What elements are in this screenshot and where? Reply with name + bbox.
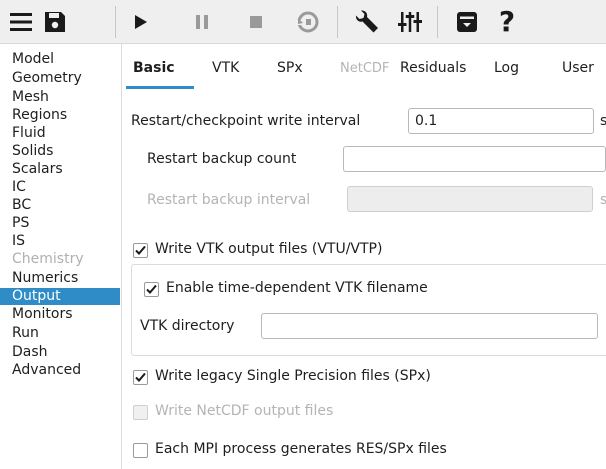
active-tab-indicator — [126, 86, 194, 89]
help-icon[interactable]: ? — [490, 0, 524, 44]
backup-interval-label: Restart backup interval — [147, 192, 311, 208]
toolbar-separator — [115, 6, 116, 38]
write-netcdf-checkbox — [133, 405, 148, 420]
time-dependent-vtk-label[interactable]: Enable time-dependent VTK filename — [166, 280, 428, 296]
time-dependent-vtk-checkbox[interactable] — [144, 282, 159, 297]
tab-vtk[interactable]: VTK — [212, 60, 239, 76]
vtk-group-box — [131, 264, 606, 356]
play-icon[interactable] — [126, 0, 156, 44]
sidebar-item-chemistry: Chemistry — [12, 251, 84, 267]
backup-interval-unit: s — [600, 192, 606, 208]
sidebar-item-ic[interactable]: IC — [0, 179, 120, 196]
vtk-directory-input[interactable] — [261, 313, 598, 339]
archive-icon[interactable] — [452, 0, 482, 44]
tab-residuals[interactable]: Residuals — [400, 60, 467, 76]
sidebar-item-run[interactable]: Run — [0, 325, 120, 342]
pause-icon[interactable] — [187, 0, 217, 44]
mpi-res-checkbox[interactable] — [133, 443, 148, 458]
sidebar-item-solids[interactable]: Solids — [0, 143, 120, 160]
tab-spx[interactable]: SPx — [277, 60, 303, 76]
save-icon[interactable] — [40, 0, 70, 44]
stop-icon[interactable] — [241, 0, 271, 44]
write-netcdf-label: Write NetCDF output files — [155, 403, 334, 419]
write-spx-checkbox[interactable] — [133, 370, 148, 385]
sidebar-item-geometry[interactable]: Geometry — [0, 70, 120, 87]
sidebar-item-scalars[interactable]: Scalars — [0, 161, 120, 178]
sliders-icon[interactable] — [393, 0, 427, 44]
reset-icon[interactable] — [292, 0, 324, 44]
sidebar-item-bc[interactable]: BC — [0, 197, 120, 214]
backup-interval-input — [347, 186, 593, 212]
sidebar-item-dash[interactable]: Dash — [0, 344, 120, 361]
write-vtk-label[interactable]: Write VTK output files (VTU/VTP) — [155, 241, 382, 257]
sidebar-item-advanced[interactable]: Advanced — [0, 362, 120, 379]
menu-icon[interactable] — [6, 0, 36, 44]
toolbar-separator — [437, 6, 438, 38]
toolbar: ? — [0, 0, 606, 44]
restart-interval-unit: s — [600, 113, 606, 129]
wrench-icon[interactable] — [350, 0, 384, 44]
sidebar-item-model[interactable]: Model — [0, 51, 120, 68]
tab-netcdf: NetCDF — [340, 61, 390, 76]
sidebar-item-is[interactable]: IS — [0, 233, 120, 250]
sidebar-item-regions[interactable]: Regions — [0, 107, 120, 124]
tab-log[interactable]: Log — [494, 60, 519, 76]
tab-basic[interactable]: Basic — [133, 60, 175, 76]
restart-interval-label: Restart/checkpoint write interval — [131, 113, 361, 129]
sidebar-item-numerics[interactable]: Numerics — [0, 270, 120, 287]
sidebar-item-output[interactable]: Output — [0, 288, 120, 305]
mpi-res-label[interactable]: Each MPI process generates RES/SPx files — [155, 441, 447, 457]
vtk-directory-label: VTK directory — [140, 318, 235, 334]
tab-bar: Basic VTK SPx NetCDF Residuals Log User — [122, 44, 606, 92]
sidebar-item-monitors[interactable]: Monitors — [0, 306, 120, 323]
sidebar: Model Geometry Mesh Regions Fluid Solids… — [0, 44, 122, 469]
toolbar-separator — [337, 6, 338, 38]
backup-count-input[interactable] — [343, 146, 606, 172]
sidebar-item-ps[interactable]: PS — [0, 215, 120, 232]
tab-user[interactable]: User — [562, 60, 594, 76]
sidebar-item-mesh[interactable]: Mesh — [0, 89, 120, 106]
sidebar-item-fluid[interactable]: Fluid — [0, 125, 120, 142]
write-vtk-checkbox[interactable] — [133, 243, 148, 258]
backup-count-label: Restart backup count — [147, 151, 297, 167]
restart-interval-input[interactable]: 0.1 — [408, 108, 594, 134]
write-spx-label[interactable]: Write legacy Single Precision files (SPx… — [155, 368, 431, 384]
